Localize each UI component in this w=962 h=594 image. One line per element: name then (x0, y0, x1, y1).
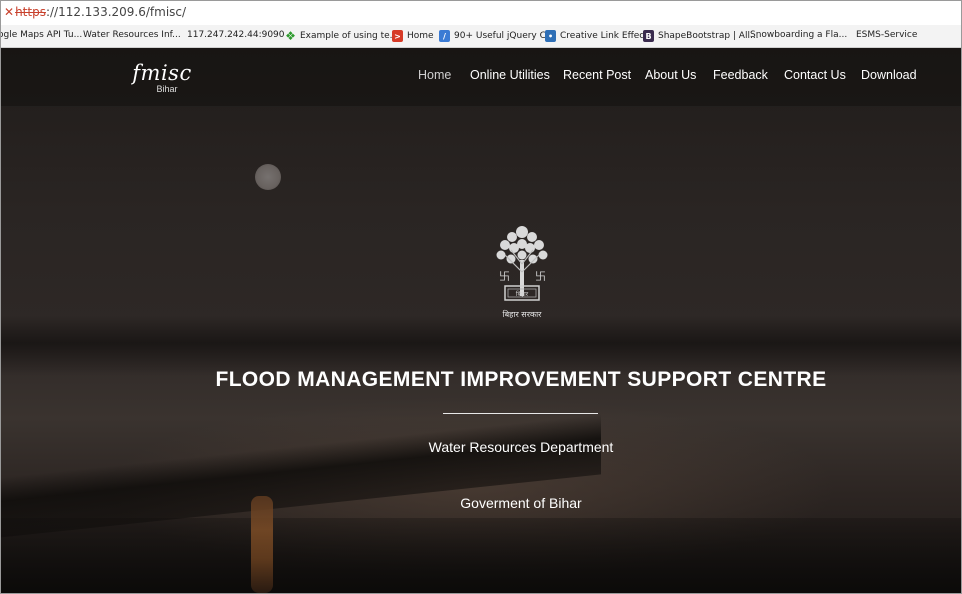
insecure-x-icon: ✕ (4, 5, 15, 19)
river-water (1, 518, 961, 593)
logo-subtext: Bihar (156, 84, 178, 94)
blue-drop-icon: • (545, 30, 556, 42)
logo-text: fmisc (132, 61, 192, 85)
green-arrows-icon: ❖ (285, 29, 296, 43)
bookmark-item[interactable]: > Home (392, 30, 434, 42)
nav-contact-us[interactable]: Contact Us (784, 68, 846, 82)
svg-text:卐: 卐 (535, 270, 546, 283)
red-logo-icon: > (392, 30, 403, 42)
bookmark-item[interactable]: /90+ Useful jQuery C... (439, 30, 554, 42)
bookmark-item[interactable]: ❖ Example of using te... (285, 29, 398, 43)
bookmarks-bar: ogle Maps API Tu... Water Resources Inf.… (0, 25, 962, 48)
site-navbar: fmisc Bihar Home Online Utilities Recent… (1, 48, 961, 107)
nav-home[interactable]: Home (418, 68, 451, 82)
emblem-caption: बिहार सरकार (503, 309, 543, 319)
address-bar[interactable]: ✕https://112.133.209.6/fmisc/ (0, 0, 962, 26)
nav-feedback[interactable]: Feedback (713, 68, 768, 82)
url-text[interactable]: ✕https://112.133.209.6/fmisc/ (4, 5, 186, 19)
sun-image (255, 164, 281, 190)
emblem-inscription: बिहार (516, 290, 529, 298)
svg-text:卐: 卐 (499, 270, 510, 283)
url-path: ://112.133.209.6/fmisc/ (45, 5, 187, 19)
nav-recent-post[interactable]: Recent Post (563, 68, 631, 82)
hero-title: FLOOD MANAGEMENT IMPROVEMENT SUPPORT CEN… (215, 368, 827, 391)
site-logo[interactable]: fmisc Bihar (131, 62, 193, 94)
nav-about-us[interactable]: About Us (645, 68, 696, 82)
distant-treeline (1, 316, 961, 376)
url-scheme: https (15, 5, 46, 19)
bookmark-item[interactable]: ESMS-Service (856, 30, 917, 40)
web-page: fmisc Bihar Home Online Utilities Recent… (1, 48, 961, 593)
hero-department: Water Resources Department (428, 439, 614, 455)
bihar-emblem-icon: 卐 卐 बिहार बिहार सरकार (496, 226, 548, 319)
b-logo-icon: B (643, 30, 654, 42)
bookmark-item[interactable]: ogle Maps API Tu... (0, 30, 82, 40)
bookmark-item[interactable]: Water Resources Inf... (83, 30, 181, 40)
hero-government: Goverment of Bihar (460, 495, 582, 511)
nav-online-utilities[interactable]: Online Utilities (470, 68, 550, 82)
bookmark-item[interactable]: Snowboarding a Fla... (750, 30, 847, 40)
hero-divider (443, 413, 598, 414)
bookmark-item[interactable]: • Creative Link Effects (545, 30, 652, 42)
blue-feather-icon: / (439, 30, 450, 42)
bookmark-item[interactable]: 117.247.242.44:9090 (187, 30, 285, 40)
nav-download[interactable]: Download (861, 68, 917, 82)
bookmark-item[interactable]: B ShapeBootstrap | All... (643, 30, 759, 42)
